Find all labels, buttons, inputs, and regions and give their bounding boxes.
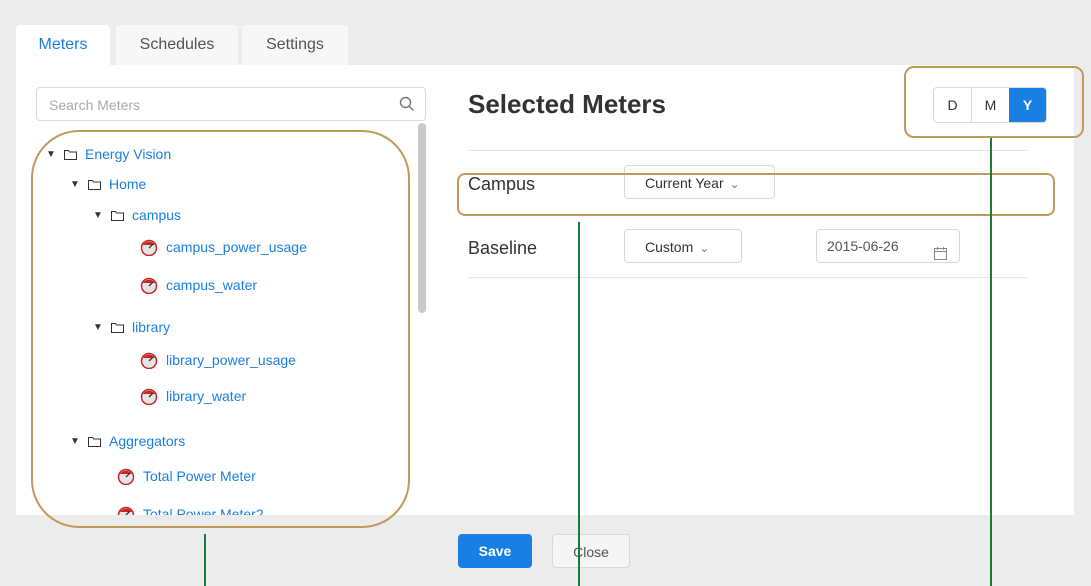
guide-line <box>578 222 580 586</box>
row-divider <box>468 277 1027 278</box>
search-icon[interactable] <box>399 96 415 117</box>
guide-line <box>204 534 206 586</box>
dropdown-value: Custom <box>645 239 694 255</box>
search-box <box>36 87 426 122</box>
baseline-range-dropdown[interactable]: Custom ⌄ <box>624 229 742 263</box>
tab-meters[interactable]: Meters <box>16 25 110 65</box>
save-button[interactable]: Save <box>458 534 532 568</box>
row-divider <box>468 150 1027 151</box>
chevron-down-icon: ⌄ <box>699 241 710 255</box>
campus-row-highlight-box <box>457 173 1055 216</box>
tab-schedules[interactable]: Schedules <box>116 25 238 65</box>
guide-line <box>990 138 992 586</box>
search-input[interactable] <box>47 88 391 122</box>
selected-meters-title: Selected Meters <box>468 89 666 119</box>
calendar-icon[interactable] <box>934 239 947 271</box>
tree-highlight-box <box>31 130 410 528</box>
baseline-date-value: 2015-06-26 <box>827 238 899 254</box>
period-toggle-highlight-box <box>904 66 1084 138</box>
baseline-label: Baseline <box>468 238 538 258</box>
tab-settings[interactable]: Settings <box>242 25 348 65</box>
baseline-date-picker[interactable]: 2015-06-26 <box>816 229 960 263</box>
close-button[interactable]: Close <box>552 534 630 568</box>
tree-scrollbar[interactable] <box>418 123 426 313</box>
